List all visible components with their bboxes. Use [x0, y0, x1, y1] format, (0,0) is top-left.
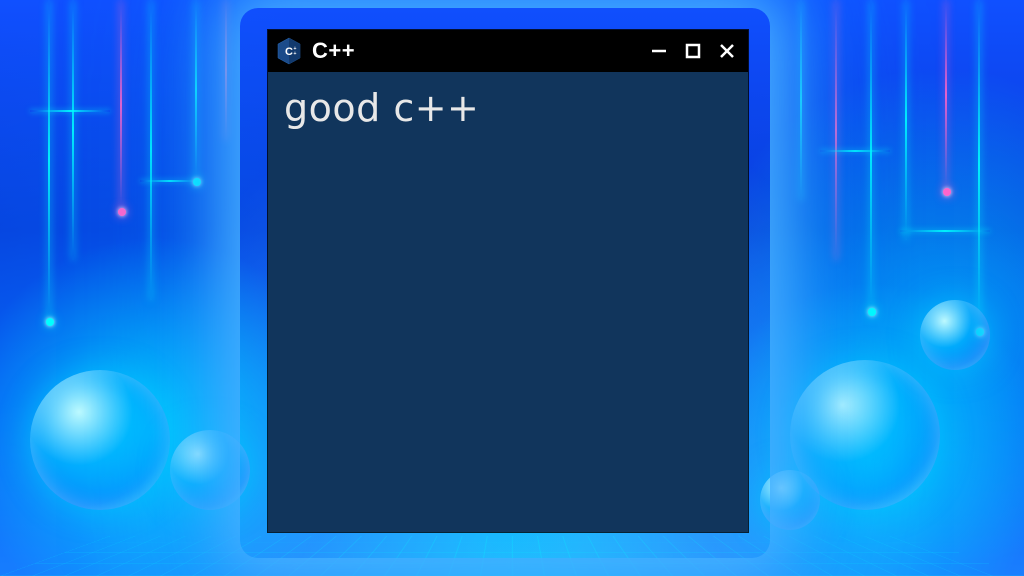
minimize-button[interactable] — [648, 40, 670, 62]
circuit-line — [140, 180, 200, 182]
glow-orb — [30, 370, 170, 510]
circuit-line — [900, 230, 990, 232]
circuit-line — [120, 0, 122, 210]
window-controls — [648, 40, 738, 62]
titlebar[interactable]: C + + C++ — [268, 30, 748, 72]
circuit-line — [870, 0, 872, 310]
circuit-node — [118, 208, 126, 216]
circuit-node — [193, 178, 201, 186]
circuit-line — [30, 110, 110, 112]
circuit-line — [835, 0, 837, 260]
circuit-node — [943, 188, 951, 196]
svg-text:C: C — [285, 46, 293, 58]
circuit-node — [46, 318, 54, 326]
console-output: good c++ — [284, 86, 732, 130]
grid-floor — [0, 536, 1024, 576]
circuit-line — [150, 0, 152, 300]
circuit-line — [978, 0, 980, 330]
circuit-line — [72, 0, 74, 260]
maximize-button[interactable] — [682, 40, 704, 62]
circuit-line — [225, 0, 227, 140]
svg-text:+: + — [294, 51, 297, 57]
circuit-line — [820, 150, 890, 152]
circuit-line — [905, 0, 907, 240]
circuit-line — [195, 0, 197, 180]
console-content: good c++ — [268, 72, 748, 532]
glow-orb — [170, 430, 250, 510]
window-title: C++ — [312, 38, 638, 64]
app-window: C + + C++ good c++ — [268, 30, 748, 532]
cpp-hexagon-icon: C + + — [276, 36, 302, 66]
circuit-line — [48, 0, 50, 320]
glow-orb — [760, 470, 820, 530]
circuit-node — [868, 308, 876, 316]
glow-orb — [920, 300, 990, 370]
close-button[interactable] — [716, 40, 738, 62]
circuit-line — [945, 0, 947, 190]
circuit-line — [800, 0, 802, 200]
